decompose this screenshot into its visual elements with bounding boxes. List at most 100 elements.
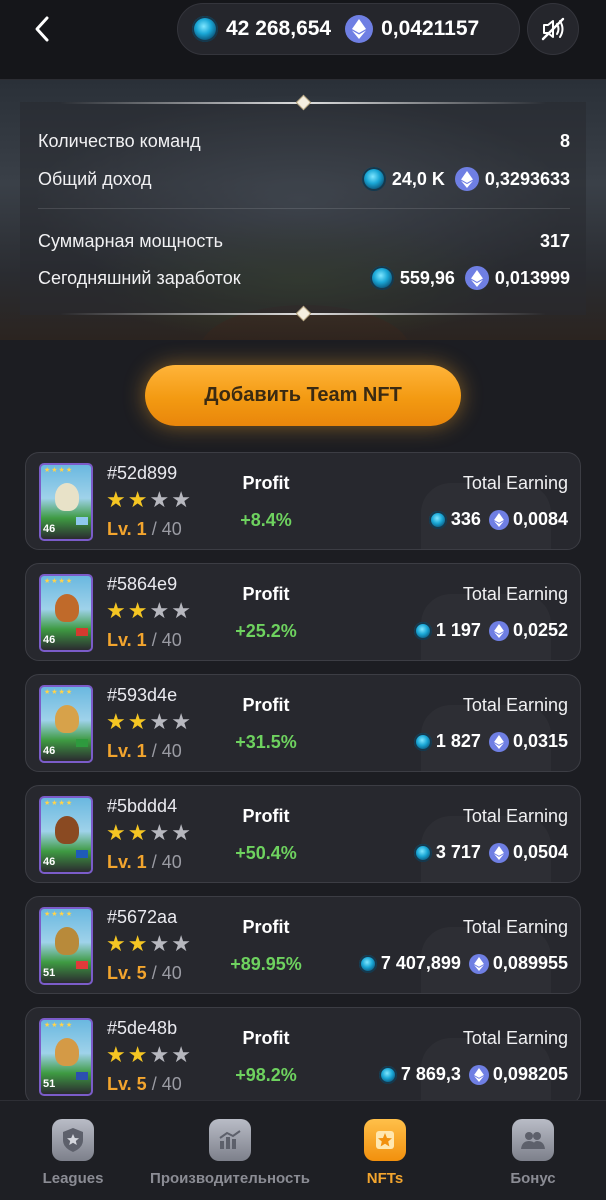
bottom-nav: Leagues Производительность NFTs Бонус — [0, 1100, 606, 1200]
nft-id: #5672aa — [107, 907, 178, 927]
total-earning-value: 3 717 0,0504 — [413, 842, 568, 863]
star-icon: ★ — [171, 598, 191, 623]
eth-icon — [488, 620, 509, 641]
nft-card[interactable]: ★★★★ 46 #593d4e ★ ★ ★ ★ Lv. 1 / 40 Profit +31.5% T… — [25, 674, 581, 772]
eth-icon — [345, 15, 374, 43]
nft-level: Lv. 1 / 40 — [107, 852, 182, 872]
stats-panel: Количество команд 8 Общий доход 24,0 K 0… — [0, 80, 606, 340]
star-rating: ★ ★ ★ ★ — [106, 822, 193, 844]
nft-rating: 46 — [43, 523, 56, 535]
eth-icon — [454, 167, 479, 191]
nft-level: Lv. 5 / 40 — [107, 1074, 182, 1094]
stat-power: Суммарная мощность 317 — [38, 230, 570, 251]
total-earning-label: Total Earning — [462, 695, 568, 715]
nft-card[interactable]: ★★★★ 46 #5bddd4 ★ ★ ★ ★ Lv. 1 / 40 Profit +50.4% T… — [25, 785, 581, 883]
flag-icon — [76, 1072, 88, 1080]
star-icon: ★ — [127, 598, 148, 623]
star-icon: ★ — [106, 820, 126, 845]
eth-icon — [468, 953, 489, 974]
add-team-nft-button[interactable]: Добавить Team NFT — [145, 365, 461, 426]
eth-icon — [488, 731, 509, 752]
star-icon: ★ — [171, 709, 191, 734]
player-figure — [55, 483, 79, 511]
nft-level: Lv. 5 / 40 — [107, 963, 182, 983]
people-icon — [512, 1119, 554, 1161]
flag-icon — [76, 739, 88, 747]
eth-icon — [468, 1064, 489, 1085]
coin-icon — [378, 1065, 397, 1084]
flag-icon — [76, 850, 88, 858]
nft-card[interactable]: ★★★★ 51 #5de48b ★ ★ ★ ★ Lv. 5 / 40 Profit +98.2% T… — [25, 1007, 581, 1105]
stats-separator — [38, 208, 570, 209]
stat-teams: Количество команд 8 — [38, 130, 570, 151]
nft-id: #5864e9 — [107, 574, 178, 594]
mute-button[interactable] — [527, 3, 579, 55]
star-icon: ★ — [149, 598, 170, 623]
coin-icon — [192, 16, 218, 42]
flag-icon — [76, 628, 88, 636]
profit-value: +25.2% — [235, 621, 297, 641]
nav-performance[interactable]: Производительность — [140, 1101, 320, 1200]
star-rating: ★ ★ ★ ★ — [106, 600, 193, 622]
total-earning-value: 7 407,899 0,089955 — [358, 953, 568, 974]
star-icon: ★ — [106, 598, 126, 623]
nft-id: #5de48b — [107, 1018, 178, 1038]
profit-value: +50.4% — [235, 843, 297, 863]
coin-icon — [358, 954, 377, 973]
player-figure — [55, 705, 79, 733]
star-icon: ★ — [127, 820, 148, 845]
income-eth-value: 0,3293633 — [484, 168, 570, 189]
player-figure — [55, 594, 79, 622]
star-icon: ★ — [106, 931, 126, 956]
star-icon: ★ — [171, 1042, 191, 1067]
nft-card[interactable]: ★★★★ 51 #5672aa ★ ★ ★ ★ Lv. 5 / 40 Profit +89.95%… — [25, 896, 581, 994]
total-earning-label: Total Earning — [462, 473, 568, 493]
total-earning-label: Total Earning — [462, 917, 568, 937]
total-earning-label: Total Earning — [462, 584, 568, 604]
star-icon: ★ — [171, 487, 191, 512]
nft-level: Lv. 1 / 40 — [107, 630, 182, 650]
profit-label: Profit — [242, 806, 290, 826]
star-icon: ★ — [149, 487, 170, 512]
nav-leagues[interactable]: Leagues — [20, 1101, 126, 1200]
star-icon: ★ — [127, 487, 148, 512]
profit-value: +89.95% — [230, 954, 302, 974]
profit-label: Profit — [242, 1028, 290, 1048]
star-rating: ★ ★ ★ ★ — [106, 711, 193, 733]
power-value: 317 — [539, 230, 570, 251]
sound-off-icon — [541, 17, 565, 41]
chart-icon — [209, 1119, 251, 1161]
nft-level: Lv. 1 / 40 — [107, 519, 182, 539]
total-earning-label: Total Earning — [462, 806, 568, 826]
back-button[interactable] — [22, 12, 62, 46]
player-figure — [55, 927, 79, 955]
eth-balance: 0,0421157 — [381, 17, 480, 40]
stat-today: Сегодняшний заработок 559,96 0,013999 — [38, 263, 570, 293]
balance-pill: 42 268,654 0,0421157 — [177, 3, 520, 55]
nft-card[interactable]: ★★★★ 46 #52d899 ★ ★ ★ ★ Lv. 1 / 40 Profit +8.4% To… — [25, 452, 581, 550]
eth-icon — [488, 509, 509, 530]
profit-label: Profit — [242, 917, 290, 937]
nft-id: #593d4e — [107, 685, 178, 705]
coin-icon — [413, 621, 432, 640]
nft-rating: 46 — [43, 745, 56, 757]
star-icon: ★ — [149, 709, 170, 734]
nft-id: #5bddd4 — [107, 796, 178, 816]
star-icon: ★ — [127, 931, 148, 956]
star-rating: ★ ★ ★ ★ — [106, 1044, 193, 1066]
nft-card-image: ★★★★ 51 — [39, 1018, 93, 1096]
nav-nfts[interactable]: NFTs — [335, 1101, 435, 1200]
profit-value: +98.2% — [235, 1065, 297, 1085]
coin-icon — [361, 167, 386, 191]
nft-card[interactable]: ★★★★ 46 #5864e9 ★ ★ ★ ★ Lv. 1 / 40 Profit +25.2% T… — [25, 563, 581, 661]
coin-icon — [413, 732, 432, 751]
chevron-left-icon — [35, 16, 49, 42]
star-icon: ★ — [127, 1042, 148, 1067]
top-bar: 42 268,654 0,0421157 — [0, 0, 606, 80]
today-eth-value: 0,013999 — [494, 267, 570, 288]
profit-value: +31.5% — [235, 732, 297, 752]
coin-icon — [428, 510, 447, 529]
nav-bonus[interactable]: Бонус — [483, 1101, 583, 1200]
nft-rating: 46 — [43, 634, 56, 646]
star-icon — [364, 1119, 406, 1161]
